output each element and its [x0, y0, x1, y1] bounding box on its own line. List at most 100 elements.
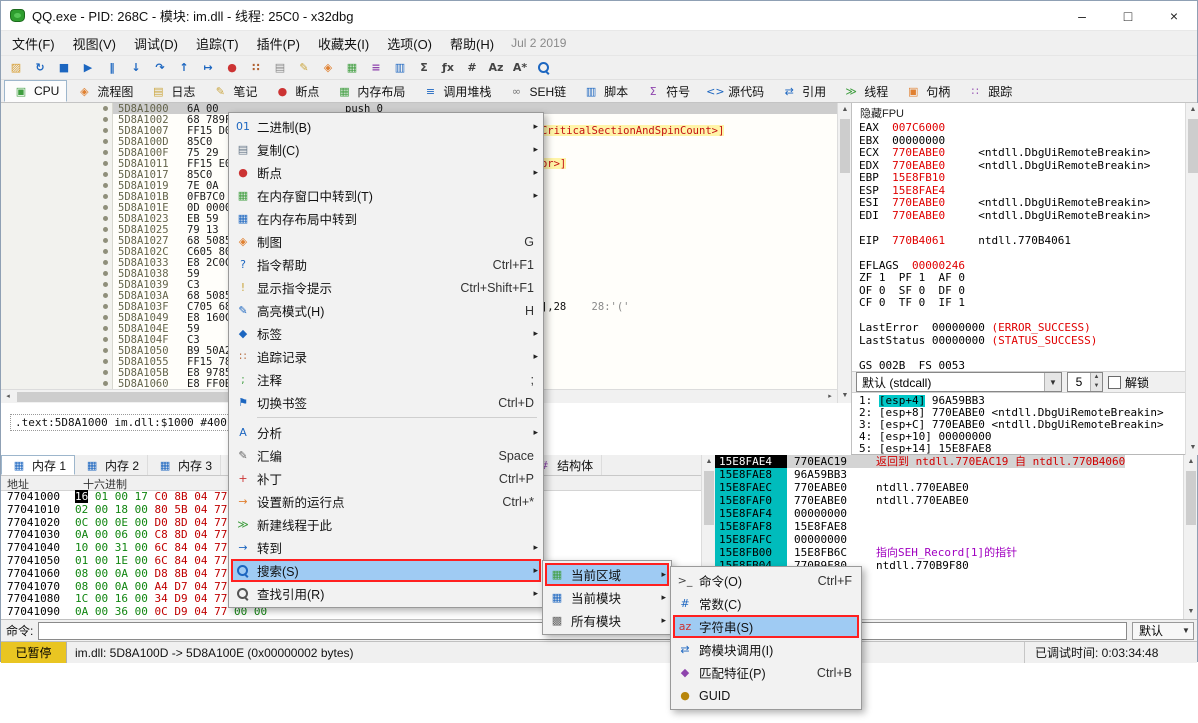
context-menu-item-toggle-bookmark[interactable]: ⚑切换书签Ctrl+D — [231, 391, 541, 414]
stop-icon[interactable]: ■ — [53, 58, 75, 78]
stack-row[interactable]: 15E8FAEC770EABE0ntdll.770EABE0 — [715, 481, 1183, 494]
tab-breakpoints[interactable]: ●断点 — [265, 80, 327, 102]
script-icon[interactable]: ▥ — [389, 58, 411, 78]
scroll-up-arrow-icon[interactable]: ▲ — [702, 455, 716, 469]
scroll-up-arrow-icon[interactable]: ▲ — [838, 103, 852, 117]
maximize-button[interactable]: □ — [1105, 1, 1151, 31]
context-menu-item-show-mnemonic-brief[interactable]: !显示指令提示Ctrl+Shift+F1 — [231, 276, 541, 299]
pause-icon[interactable]: ‖ — [101, 58, 123, 78]
stack-row[interactable]: 15E8FAF0770EABE0ntdll.770EABE0 — [715, 494, 1183, 507]
stack-row[interactable]: 15E8FAE4770EAC19返回到 ntdll.770EAC19 自 ntd… — [715, 455, 1183, 468]
spin-up-icon[interactable]: ▲ — [1091, 373, 1102, 382]
search-menu-item-command[interactable]: >_命令(O)Ctrl+F — [673, 569, 859, 592]
tab-threads[interactable]: ≫线程 — [834, 80, 896, 102]
trace-record-icon[interactable]: ∷ — [245, 58, 267, 78]
context-menu-item-follow-in-memory-map[interactable]: ▦在内存布局中转到 — [231, 207, 541, 230]
stack-row[interactable]: 15E8FB0015E8FB6C指向SEH_Record[1]的指针 — [715, 546, 1183, 559]
tab-references[interactable]: ⇄引用 — [772, 80, 834, 102]
scroll-left-arrow-icon[interactable]: ◂ — [1, 390, 15, 404]
stack-row[interactable]: 15E8FAF815E8FAE8 — [715, 520, 1183, 533]
tab-symbols[interactable]: Σ符号 — [636, 80, 698, 102]
run-icon[interactable]: ▶ — [77, 58, 99, 78]
argument-count-stepper[interactable]: 5 ▲▼ — [1067, 372, 1103, 392]
context-menu-item-find-references[interactable]: 查找引用(R)▸ — [231, 582, 541, 605]
menubar-item-2[interactable]: 视图(V) — [64, 31, 125, 56]
menubar-item-4[interactable]: 追踪(T) — [187, 31, 248, 56]
open-file-icon[interactable]: ▨ — [5, 58, 27, 78]
log-icon[interactable]: ▤ — [269, 58, 291, 78]
scroll-thumb[interactable] — [1186, 471, 1196, 525]
search-menu-item-string-references[interactable]: az字符串(S) — [673, 615, 859, 638]
search-menu-item-guid[interactable]: ●GUID — [673, 684, 859, 707]
context-menu-item-binary[interactable]: 01二进制(B)▸ — [231, 115, 541, 138]
disasm-vertical-scrollbar[interactable]: ▲ ▼ — [837, 103, 851, 403]
scroll-thumb[interactable] — [704, 471, 714, 525]
registers-scrollbar[interactable]: ▲ ▼ — [1185, 103, 1198, 455]
chevron-down-icon[interactable]: ▼ — [1044, 373, 1061, 391]
context-menu-item-instruction-help[interactable]: ?指令帮助Ctrl+F1 — [231, 253, 541, 276]
unlock-checkbox[interactable] — [1108, 376, 1121, 389]
stack-row[interactable]: 15E8FAFC00000000 — [715, 533, 1183, 546]
scope-menu-item-all-modules[interactable]: ▩所有模块▸ — [545, 609, 669, 632]
scroll-up-arrow-icon[interactable]: ▲ — [1184, 455, 1198, 469]
restart-icon[interactable]: ↻ — [29, 58, 51, 78]
scope-menu-item-current-module[interactable]: ▦当前模块▸ — [545, 586, 669, 609]
tab-log[interactable]: ▤日志 — [141, 80, 203, 102]
hash-icon[interactable]: # — [461, 58, 483, 78]
scope-menu-item-current-region[interactable]: ▦当前区域▸ — [545, 563, 669, 586]
search-menu-item-intermodular-calls[interactable]: ⇄跨模块调用(I) — [673, 638, 859, 661]
tab-script[interactable]: ▥脚本 — [574, 80, 636, 102]
tab-call-stack[interactable]: ≡调用堆栈 — [413, 80, 499, 102]
tab-dump-1[interactable]: ▦内存 1 — [1, 455, 75, 475]
tab-dump-2[interactable]: ▦内存 2 — [75, 455, 148, 475]
scroll-thumb[interactable] — [17, 392, 247, 402]
az-icon[interactable]: Az — [485, 58, 507, 78]
tab-source[interactable]: <>源代码 — [698, 80, 772, 102]
call-stack-icon[interactable]: ≡ — [365, 58, 387, 78]
command-profile-dropdown[interactable]: 默认 ▼ — [1132, 622, 1194, 640]
step-out-icon[interactable]: ↑ — [173, 58, 195, 78]
menubar-item-3[interactable]: 调试(D) — [125, 31, 187, 56]
search-menu-item-pattern[interactable]: ◆匹配特征(P)Ctrl+B — [673, 661, 859, 684]
stack-scrollbar[interactable]: ▲ ▼ — [1183, 455, 1197, 619]
scroll-up-arrow-icon[interactable]: ▲ — [1186, 103, 1198, 117]
context-menu-item-new-thread-here[interactable]: ≫新建线程于此 — [231, 513, 541, 536]
context-menu-item-graph[interactable]: ◈制图G — [231, 230, 541, 253]
stack-row[interactable]: 15E8FAE896A59BB3 — [715, 468, 1183, 481]
context-menu-item-comment[interactable]: ;注释; — [231, 368, 541, 391]
fx-icon[interactable]: ƒx — [437, 58, 459, 78]
context-menu-item-set-new-origin[interactable]: →设置新的运行点Ctrl+* — [231, 490, 541, 513]
context-menu-item-trace-record[interactable]: ∷追踪记录▸ — [231, 345, 541, 368]
context-menu-item-patch[interactable]: +补丁Ctrl+P — [231, 467, 541, 490]
context-menu-item-goto[interactable]: →转到▸ — [231, 536, 541, 559]
tab-memory-map[interactable]: ▦内存布局 — [327, 80, 413, 102]
step-into-icon[interactable]: ↓ — [125, 58, 147, 78]
context-menu-item-assemble[interactable]: ✎汇编Space — [231, 444, 541, 467]
context-menu-item-highlighting-mode[interactable]: ✎高亮模式(H)H — [231, 299, 541, 322]
context-menu-item-breakpoint[interactable]: ●断点▸ — [231, 161, 541, 184]
menubar-item-5[interactable]: 插件(P) — [248, 31, 309, 56]
case-icon[interactable]: A* — [509, 58, 531, 78]
scroll-right-arrow-icon[interactable]: ▸ — [823, 390, 837, 404]
search-icon[interactable] — [533, 58, 555, 78]
context-menu-item-analysis[interactable]: A分析▸ — [231, 421, 541, 444]
scroll-down-arrow-icon[interactable]: ▼ — [838, 389, 852, 403]
context-menu-item-copy[interactable]: ▤复制(C)▸ — [231, 138, 541, 161]
context-menu-item-follow-in-dump[interactable]: ▦在内存窗口中转到(T)▸ — [231, 184, 541, 207]
calling-convention-dropdown[interactable]: 默认 (stdcall) ▼ — [856, 372, 1062, 392]
search-menu-item-constant[interactable]: #常数(C) — [673, 592, 859, 615]
notes-icon[interactable]: ✎ — [293, 58, 315, 78]
memory-map-icon[interactable]: ▦ — [341, 58, 363, 78]
stack-row[interactable]: 15E8FAF400000000 — [715, 507, 1183, 520]
context-menu-item-label[interactable]: ◆标签▸ — [231, 322, 541, 345]
scroll-thumb[interactable] — [1188, 119, 1198, 173]
minimize-button[interactable]: – — [1059, 1, 1105, 31]
context-menu-item-search[interactable]: 搜索(S)▸ — [231, 559, 541, 582]
tab-notes[interactable]: ✎笔记 — [203, 80, 265, 102]
tab-seh[interactable]: ∞SEH链 — [499, 80, 574, 102]
spin-down-icon[interactable]: ▼ — [1091, 382, 1102, 391]
menubar-item-8[interactable]: 帮助(H) — [441, 31, 503, 56]
scroll-down-arrow-icon[interactable]: ▼ — [1186, 441, 1198, 455]
register-list[interactable]: EAX 007C6000EBX 00000000ECX 770EABE0 <nt… — [852, 121, 1185, 371]
symbols-icon[interactable]: Σ — [413, 58, 435, 78]
